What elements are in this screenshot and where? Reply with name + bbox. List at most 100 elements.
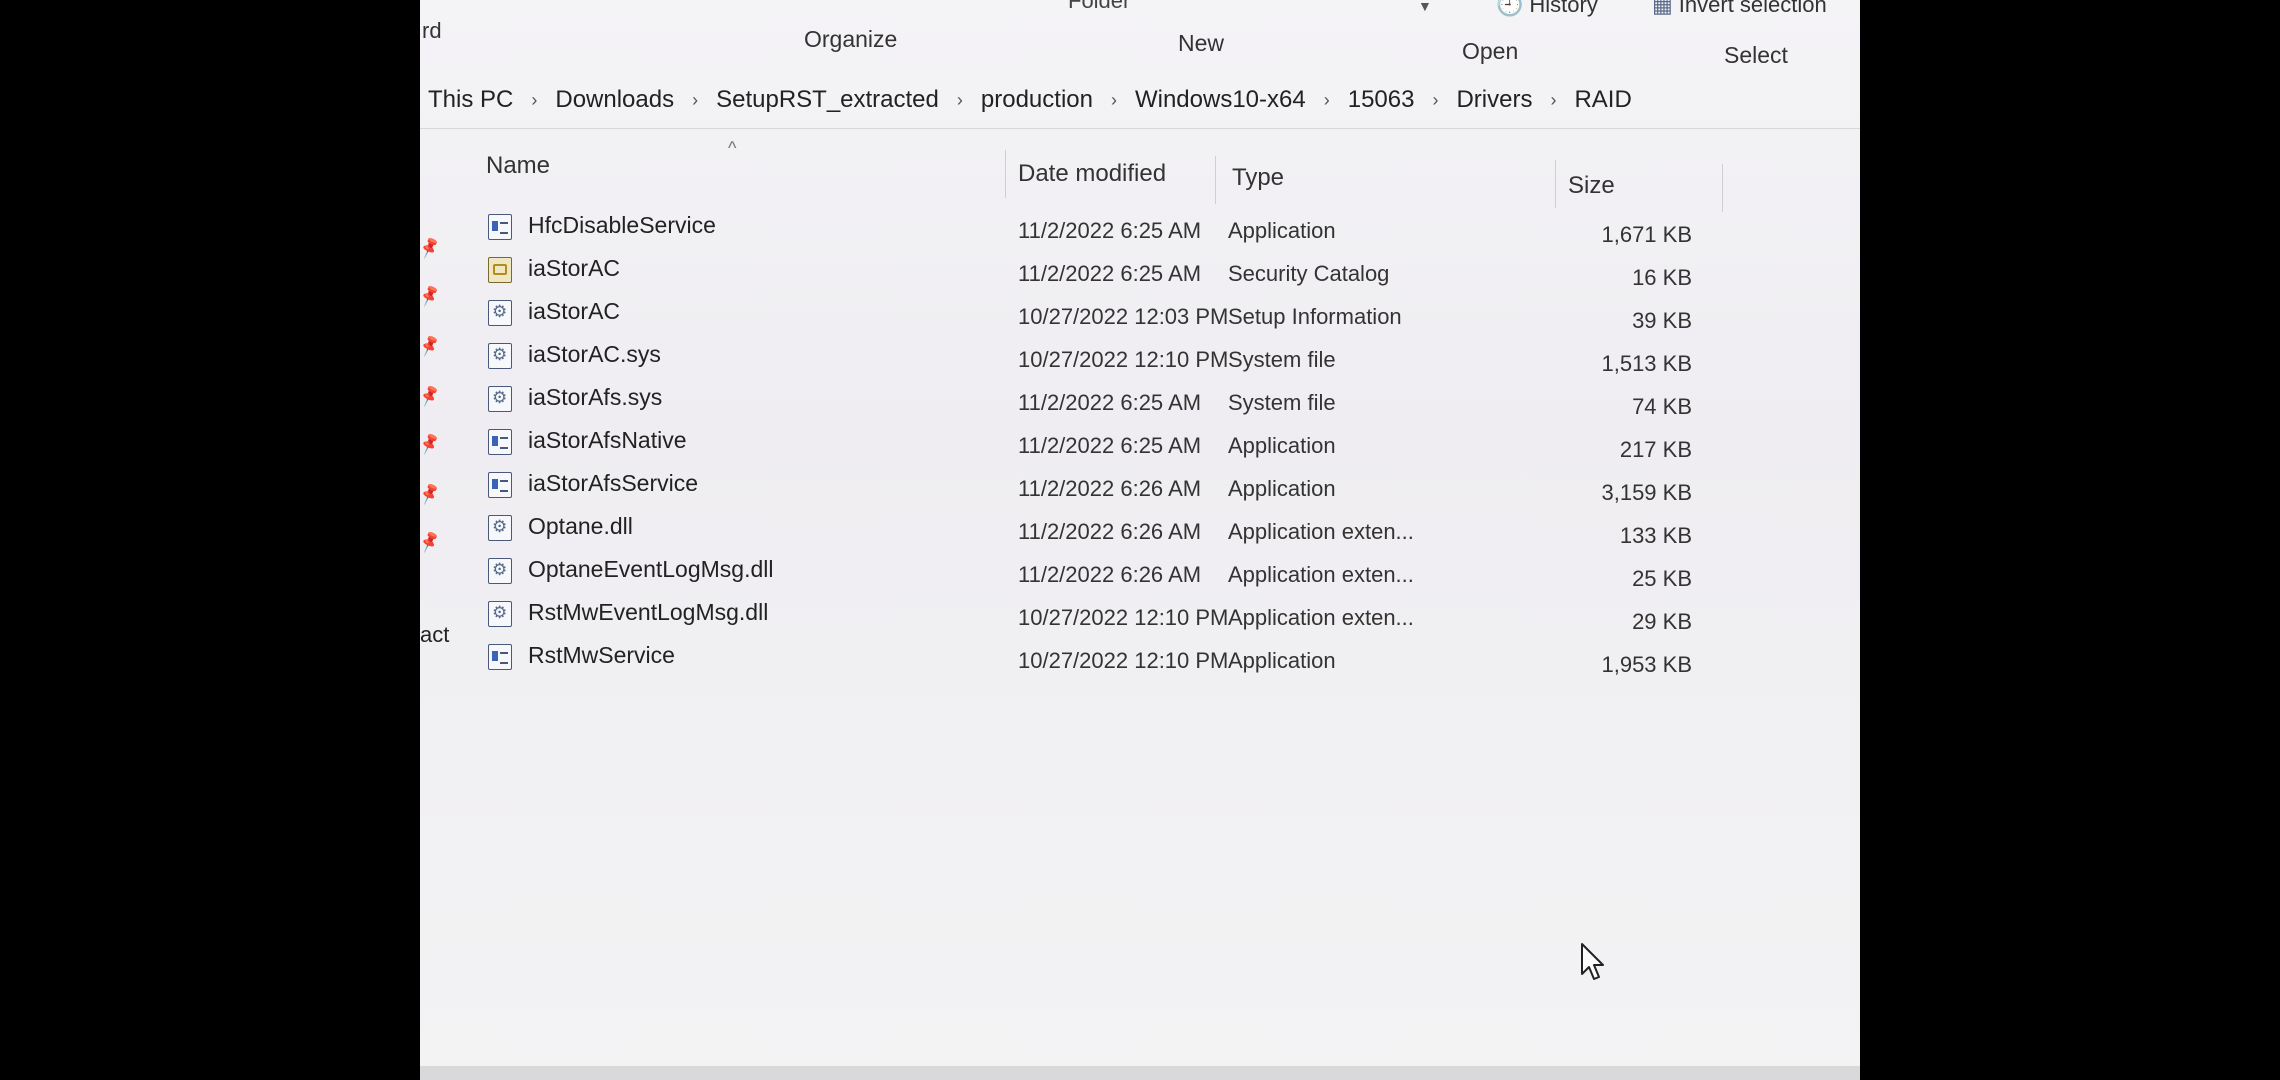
- chevron-down-icon[interactable]: ▼: [1418, 0, 1432, 14]
- chevron-right-icon[interactable]: ›: [1099, 90, 1129, 111]
- breadcrumb-this-pc[interactable]: This PC: [422, 86, 519, 114]
- file-name[interactable]: RstMwEventLogMsg.dll: [528, 599, 768, 626]
- file-type: Application exten...: [1228, 562, 1414, 587]
- file-date-modified: 10/27/2022 12:10 PM: [1018, 605, 1229, 630]
- history-button-label: History: [1529, 0, 1598, 17]
- file-row[interactable]: iaStorAC.sys 10/27/2022 12:10 PM System …: [420, 339, 1860, 382]
- app-icon: [488, 214, 512, 240]
- file-size: 3,159 KB: [1601, 480, 1692, 505]
- file-row[interactable]: OptaneEventLogMsg.dll 11/2/2022 6:26 AM …: [420, 554, 1860, 597]
- file-row[interactable]: RstMwService 10/27/2022 12:10 PM Applica…: [420, 640, 1860, 683]
- chevron-right-icon[interactable]: ›: [1312, 90, 1342, 111]
- system-file-icon: [488, 386, 512, 412]
- file-name[interactable]: RstMwService: [528, 642, 675, 669]
- breadcrumb-setuprst-extracted[interactable]: SetupRST_extracted: [710, 86, 945, 114]
- file-row[interactable]: iaStorAfs.sys 11/2/2022 6:25 AM System f…: [420, 382, 1860, 425]
- file-type: Application: [1228, 433, 1336, 458]
- file-type: Security Catalog: [1228, 261, 1390, 286]
- file-row[interactable]: HfcDisableService 11/2/2022 6:25 AM Appl…: [420, 210, 1860, 253]
- setup-info-icon: [488, 300, 512, 326]
- file-size: 16 KB: [1632, 265, 1692, 290]
- chevron-right-icon[interactable]: ›: [1538, 90, 1568, 111]
- file-explorer-window: rd Folder ▼ 🕘 History ▦ Invert selection…: [420, 0, 1860, 1080]
- file-date-modified: 10/27/2022 12:10 PM: [1018, 347, 1229, 372]
- history-icon: 🕘: [1496, 0, 1524, 17]
- ribbon-group-select: Select: [1724, 42, 1788, 68]
- file-size: 25 KB: [1632, 566, 1692, 591]
- file-name[interactable]: iaStorAC: [528, 255, 620, 282]
- breadcrumb-downloads[interactable]: Downloads: [549, 86, 680, 114]
- file-name[interactable]: iaStorAfs.sys: [528, 384, 662, 411]
- file-row[interactable]: iaStorAC 11/2/2022 6:25 AM Security Cata…: [420, 253, 1860, 296]
- file-size: 1,513 KB: [1601, 351, 1692, 376]
- mouse-cursor-icon: [1581, 943, 1604, 980]
- file-size: 74 KB: [1632, 394, 1692, 419]
- invert-selection-icon: ▦: [1652, 0, 1673, 17]
- file-list: HfcDisableService 11/2/2022 6:25 AM Appl…: [420, 210, 1860, 683]
- file-date-modified: 11/2/2022 6:25 AM: [1018, 218, 1202, 243]
- invert-selection-label: Invert selection: [1678, 0, 1827, 17]
- new-folder-button-label[interactable]: Folder: [1068, 0, 1130, 14]
- file-type: Application exten...: [1228, 605, 1414, 630]
- file-date-modified: 11/2/2022 6:26 AM: [1018, 519, 1202, 544]
- file-size: 133 KB: [1619, 523, 1692, 548]
- app-icon: [488, 472, 512, 498]
- chevron-right-icon[interactable]: ›: [945, 90, 975, 111]
- file-type: Application: [1228, 648, 1336, 673]
- app-icon: [488, 644, 512, 670]
- dll-icon: [488, 601, 512, 627]
- breadcrumb-production[interactable]: production: [975, 86, 1099, 114]
- column-header-name[interactable]: Name: [486, 152, 550, 180]
- column-header-size[interactable]: Size: [1568, 172, 1615, 200]
- file-date-modified: 11/2/2022 6:25 AM: [1018, 433, 1202, 458]
- ribbon-group-new: New: [1178, 30, 1225, 56]
- column-divider[interactable]: [1215, 156, 1216, 204]
- file-name[interactable]: iaStorAfsNative: [528, 427, 687, 454]
- file-name[interactable]: iaStorAfsService: [528, 470, 698, 497]
- file-type: Setup Information: [1228, 304, 1402, 329]
- column-header-type[interactable]: Type: [1232, 164, 1284, 192]
- breadcrumb-raid[interactable]: RAID: [1568, 86, 1637, 114]
- file-size: 39 KB: [1632, 308, 1692, 333]
- file-type: Application exten...: [1228, 519, 1414, 544]
- file-name[interactable]: Optane.dll: [528, 513, 633, 540]
- history-button[interactable]: 🕘 History: [1496, 0, 1598, 18]
- sort-ascending-icon: ^: [728, 138, 737, 158]
- file-size: 29 KB: [1632, 609, 1692, 634]
- invert-selection-button[interactable]: ▦ Invert selection: [1652, 0, 1827, 18]
- file-name[interactable]: HfcDisableService: [528, 212, 716, 239]
- file-date-modified: 11/2/2022 6:25 AM: [1018, 261, 1202, 286]
- file-size: 217 KB: [1619, 437, 1692, 462]
- file-date-modified: 11/2/2022 6:26 AM: [1018, 562, 1202, 587]
- file-row[interactable]: Optane.dll 11/2/2022 6:26 AM Application…: [420, 511, 1860, 554]
- breadcrumb-drivers[interactable]: Drivers: [1450, 86, 1538, 114]
- catalog-icon: [488, 257, 512, 283]
- file-type: Application: [1228, 218, 1336, 243]
- column-divider[interactable]: [1722, 164, 1723, 212]
- ribbon-group-organize: Organize: [804, 26, 898, 52]
- breadcrumb[interactable]: This PC › Downloads › SetupRST_extracted…: [422, 78, 1638, 122]
- file-name[interactable]: OptaneEventLogMsg.dll: [528, 556, 774, 583]
- file-name[interactable]: iaStorAC.sys: [528, 341, 661, 368]
- column-divider[interactable]: [1005, 150, 1006, 198]
- file-date-modified: 11/2/2022 6:25 AM: [1018, 390, 1202, 415]
- file-type: System file: [1228, 390, 1336, 415]
- file-row[interactable]: RstMwEventLogMsg.dll 10/27/2022 12:10 PM…: [420, 597, 1860, 640]
- column-header-date-modified[interactable]: Date modified: [1018, 160, 1166, 188]
- file-row[interactable]: iaStorAC 10/27/2022 12:03 PM Setup Infor…: [420, 296, 1860, 339]
- file-size: 1,671 KB: [1601, 222, 1692, 247]
- system-file-icon: [488, 343, 512, 369]
- breadcrumb-windows10-x64[interactable]: Windows10-x64: [1129, 86, 1312, 114]
- ribbon-group-open: Open: [1462, 38, 1519, 64]
- file-row[interactable]: iaStorAfsService 11/2/2022 6:26 AM Appli…: [420, 468, 1860, 511]
- chevron-right-icon[interactable]: ›: [519, 90, 549, 111]
- breadcrumb-15063[interactable]: 15063: [1342, 86, 1421, 114]
- chevron-right-icon[interactable]: ›: [680, 90, 710, 111]
- file-row[interactable]: iaStorAfsNative 11/2/2022 6:25 AM Applic…: [420, 425, 1860, 468]
- file-date-modified: 10/27/2022 12:03 PM: [1018, 304, 1229, 329]
- file-type: System file: [1228, 347, 1336, 372]
- file-name[interactable]: iaStorAC: [528, 298, 620, 325]
- ribbon-clipped-text: rd: [422, 18, 442, 43]
- column-divider[interactable]: [1555, 160, 1556, 208]
- chevron-right-icon[interactable]: ›: [1420, 90, 1450, 111]
